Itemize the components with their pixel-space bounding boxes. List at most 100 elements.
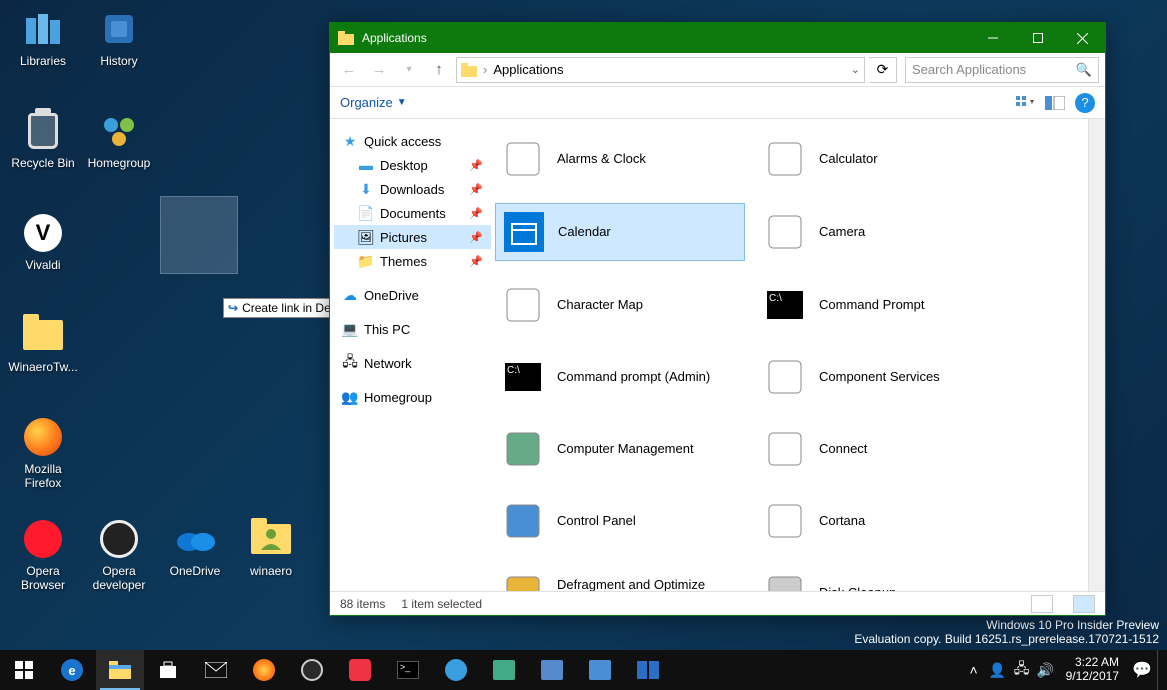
folder-icon xyxy=(338,31,354,45)
desktop-icon-libraries[interactable]: Libraries xyxy=(8,6,78,68)
taskbar-opera[interactable] xyxy=(288,650,336,690)
taskbar-app2[interactable] xyxy=(480,650,528,690)
app-item[interactable]: C:\Command Prompt xyxy=(757,277,1007,333)
back-button: ← xyxy=(336,57,362,83)
tray-overflow[interactable]: ˄ xyxy=(962,662,986,678)
nav-desktop[interactable]: ▬ Desktop 📌 xyxy=(334,153,491,177)
titlebar[interactable]: Applications xyxy=(330,23,1105,53)
app-label: Command prompt (Admin) xyxy=(557,369,710,385)
content-area[interactable]: Alarms & Clock Calculator CalendarCamera Ch… xyxy=(495,119,1088,591)
start-button[interactable] xyxy=(0,650,48,690)
breadcrumb[interactable]: Applications xyxy=(493,62,563,77)
desktop-icon-opera-dev[interactable]: Opera developer xyxy=(84,516,154,593)
desktop-icon-onedrive[interactable]: OneDrive xyxy=(160,516,230,578)
taskbar-store[interactable] xyxy=(144,650,192,690)
recent-dropdown[interactable]: ▾ xyxy=(396,57,422,83)
preview-pane-button[interactable] xyxy=(1041,91,1069,115)
app-item[interactable]: Control Panel xyxy=(495,493,745,549)
address-bar[interactable]: › Applications ⌄ xyxy=(456,57,865,83)
taskbar-far[interactable] xyxy=(624,650,672,690)
pin-icon: 📌 xyxy=(469,207,483,220)
app-item[interactable]: Camera xyxy=(757,203,1007,261)
view-options-button[interactable] xyxy=(1011,91,1039,115)
organize-menu[interactable]: Organize▼ xyxy=(340,95,407,110)
app-icon xyxy=(503,573,543,591)
app-item[interactable]: Defragment and Optimize Drives xyxy=(495,565,745,591)
tray-network-icon[interactable]: 🖧 xyxy=(1010,658,1034,682)
taskbar-mail[interactable] xyxy=(192,650,240,690)
nav-this-pc[interactable]: 💻 This PC xyxy=(334,317,491,341)
status-selected: 1 item selected xyxy=(401,597,482,611)
pin-icon: 📌 xyxy=(469,255,483,268)
up-button[interactable]: ↑ xyxy=(426,57,452,83)
nav-documents[interactable]: 📄 Documents 📌 xyxy=(334,201,491,225)
desktop-icon-label: Recycle Bin xyxy=(8,156,78,170)
desktop-icon-winaerotw[interactable]: WinaeroTw... xyxy=(8,312,78,374)
app-item[interactable]: Alarms & Clock xyxy=(495,131,745,187)
desktop-icon-opera[interactable]: Opera Browser xyxy=(8,516,78,593)
folder-icon xyxy=(461,63,477,77)
app-item[interactable]: C:\Command prompt (Admin) xyxy=(495,349,745,405)
app-item[interactable]: Connect xyxy=(757,421,1007,477)
pin-icon: 📌 xyxy=(469,183,483,196)
chevron-down-icon[interactable]: ⌄ xyxy=(851,63,860,76)
app-icon xyxy=(503,139,543,179)
app-label: Character Map xyxy=(557,297,643,313)
minimize-button[interactable] xyxy=(970,23,1015,53)
nav-quick-access[interactable]: ★ Quick access xyxy=(334,129,491,153)
nav-downloads[interactable]: ⬇ Downloads 📌 xyxy=(334,177,491,201)
nav-pictures[interactable]: 🖼 Pictures 📌 xyxy=(334,225,491,249)
taskbar-app4[interactable] xyxy=(576,650,624,690)
desktop-icon-label: Mozilla Firefox xyxy=(8,462,78,491)
app-item[interactable]: Cortana xyxy=(757,493,1007,549)
vertical-scrollbar[interactable] xyxy=(1088,119,1105,591)
desktop-icon-homegroup[interactable]: Homegroup xyxy=(84,108,154,170)
nav-network[interactable]: 🖧 Network xyxy=(334,351,491,375)
network-icon: 🖧 xyxy=(342,355,358,371)
refresh-button[interactable]: ⟳ xyxy=(869,57,897,83)
desktop-icon-history[interactable]: History xyxy=(84,6,154,68)
large-icons-view-button[interactable] xyxy=(1073,595,1095,613)
taskbar-firefox[interactable] xyxy=(240,650,288,690)
taskbar-app1[interactable] xyxy=(432,650,480,690)
taskbar-app3[interactable] xyxy=(528,650,576,690)
app-item[interactable]: Component Services xyxy=(757,349,1007,405)
nav-onedrive[interactable]: ☁ OneDrive xyxy=(334,283,491,307)
desktop-icon-vivaldi[interactable]: V Vivaldi xyxy=(8,210,78,272)
app-item[interactable]: Calculator xyxy=(757,131,1007,187)
taskbar-edge[interactable]: e xyxy=(48,650,96,690)
desktop-icon-label: WinaeroTw... xyxy=(8,360,78,374)
show-desktop-button[interactable] xyxy=(1157,650,1163,690)
taskbar-explorer[interactable] xyxy=(96,650,144,690)
search-icon[interactable]: 🔍 xyxy=(1076,62,1092,78)
desktop-watermark-line2: Evaluation copy. Build 16251.rs_prerelea… xyxy=(854,632,1159,648)
tray-action-center[interactable]: 💬 xyxy=(1127,660,1157,680)
desktop-icon-winaero-user[interactable]: winaero xyxy=(236,516,306,578)
nav-themes[interactable]: 📁 Themes 📌 xyxy=(334,249,491,273)
close-button[interactable] xyxy=(1060,23,1105,53)
app-item[interactable]: Disk Cleanup xyxy=(757,565,1007,591)
app-label: Connect xyxy=(819,441,867,457)
tray-volume-icon[interactable]: 🔊 xyxy=(1034,662,1058,679)
tray-clock[interactable]: 3:22 AM 9/12/2017 xyxy=(1058,656,1127,684)
tray-people[interactable]: 👤 xyxy=(986,662,1010,679)
desktop-icon-firefox[interactable]: Mozilla Firefox xyxy=(8,414,78,491)
app-item[interactable]: Character Map xyxy=(495,277,745,333)
nav-homegroup[interactable]: 👥 Homegroup xyxy=(334,385,491,409)
details-view-button[interactable] xyxy=(1031,595,1053,613)
app-item[interactable]: Calendar xyxy=(495,203,745,261)
desktop-icon-recycle-bin[interactable]: Recycle Bin xyxy=(8,108,78,170)
maximize-button[interactable] xyxy=(1015,23,1060,53)
app-icon xyxy=(765,501,805,541)
chevron-right-icon: › xyxy=(483,62,487,77)
command-bar: Organize▼ ? xyxy=(330,87,1105,119)
app-label: Calculator xyxy=(819,151,878,167)
help-button[interactable]: ? xyxy=(1075,93,1095,113)
taskbar-cmd[interactable]: >_ xyxy=(384,650,432,690)
taskbar-vivaldi[interactable] xyxy=(336,650,384,690)
search-input[interactable]: Search Applications 🔍 xyxy=(905,57,1099,83)
tray-time: 3:22 AM xyxy=(1066,656,1119,670)
desktop-icon-label: Opera Browser xyxy=(8,564,78,593)
app-item[interactable]: Computer Management xyxy=(495,421,745,477)
desktop-icon-label: Vivaldi xyxy=(8,258,78,272)
